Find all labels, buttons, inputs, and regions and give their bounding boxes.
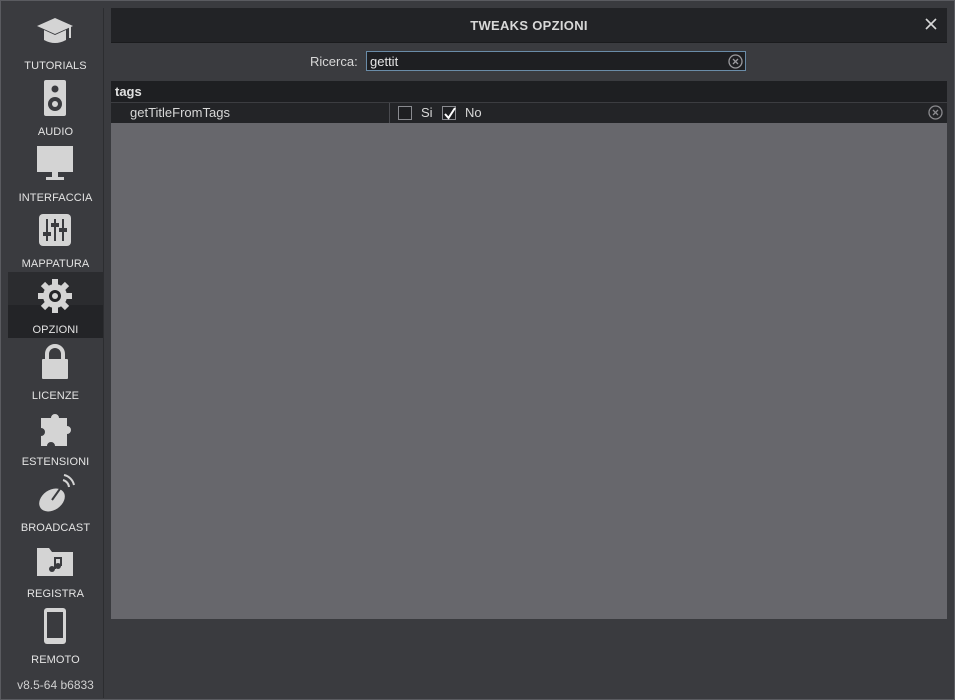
checkbox-si[interactable]: [398, 106, 412, 120]
checkmark-icon: [444, 107, 456, 120]
checkbox-no[interactable]: [442, 106, 456, 120]
sidebar-item-label: MAPPATURA: [21, 258, 90, 270]
title-bar: TWEAKS OPZIONI: [111, 8, 947, 43]
sidebar-item-tutorials[interactable]: TUTORIALS: [8, 8, 103, 74]
sidebar-item-label: TUTORIALS: [24, 60, 87, 72]
lock-icon: [42, 344, 68, 379]
window-title: TWEAKS OPZIONI: [470, 18, 588, 33]
sidebar-item-opzioni[interactable]: OPZIONI: [8, 272, 103, 338]
version-label: v8.5-64 b6833: [17, 678, 94, 692]
music-folder-icon: [37, 548, 73, 576]
sidebar-item-label: AUDIO: [37, 126, 74, 138]
speaker-icon: [44, 80, 66, 116]
satellite-dish-icon: [39, 474, 75, 512]
results-panel: tags getTitleFromTags Si No: [111, 81, 947, 619]
column-divider: [389, 103, 390, 123]
group-name: tags: [115, 84, 142, 99]
option-no-label: No: [465, 105, 482, 120]
sidebar: TUTORIALS AUDIO INTERFACCIA MAPPATURA OP…: [8, 8, 104, 698]
search-input[interactable]: [370, 53, 720, 69]
sidebar-item-label: REMOTO: [31, 654, 80, 666]
option-si-label: Si: [421, 105, 433, 120]
sidebar-item-audio[interactable]: AUDIO: [8, 74, 103, 140]
sidebar-item-label: REGISTRA: [26, 588, 85, 600]
sliders-icon: [39, 214, 71, 246]
phone-icon: [44, 608, 66, 644]
clear-search-icon[interactable]: [728, 54, 743, 69]
graduation-cap-icon: [37, 18, 73, 43]
search-label: Ricerca:: [310, 54, 358, 69]
sidebar-item-label: LICENZE: [31, 390, 80, 402]
sidebar-item-remoto[interactable]: REMOTO: [8, 602, 103, 668]
sidebar-item-registra[interactable]: REGISTRA: [8, 536, 103, 602]
sidebar-item-label: ESTENSIONI: [21, 456, 90, 468]
sidebar-item-estensioni[interactable]: ESTENSIONI: [8, 404, 103, 470]
reset-icon[interactable]: [928, 105, 943, 120]
sidebar-item-interfaccia[interactable]: INTERFACCIA: [8, 140, 103, 206]
sidebar-item-label: OPZIONI: [32, 324, 79, 336]
option-name: getTitleFromTags: [130, 105, 230, 120]
sidebar-item-mappatura[interactable]: MAPPATURA: [8, 206, 103, 272]
group-header: tags: [111, 81, 947, 103]
puzzle-icon: [41, 414, 71, 446]
gear-icon: [38, 279, 72, 313]
close-icon[interactable]: [923, 16, 939, 32]
search-field[interactable]: [366, 51, 746, 71]
sidebar-item-label: INTERFACCIA: [18, 192, 93, 204]
sidebar-item-broadcast[interactable]: BROADCAST: [8, 470, 103, 536]
sidebar-item-label: BROADCAST: [20, 522, 91, 534]
table-row: getTitleFromTags Si No: [111, 103, 947, 123]
monitor-icon: [37, 146, 73, 180]
sidebar-item-licenze[interactable]: LICENZE: [8, 338, 103, 404]
